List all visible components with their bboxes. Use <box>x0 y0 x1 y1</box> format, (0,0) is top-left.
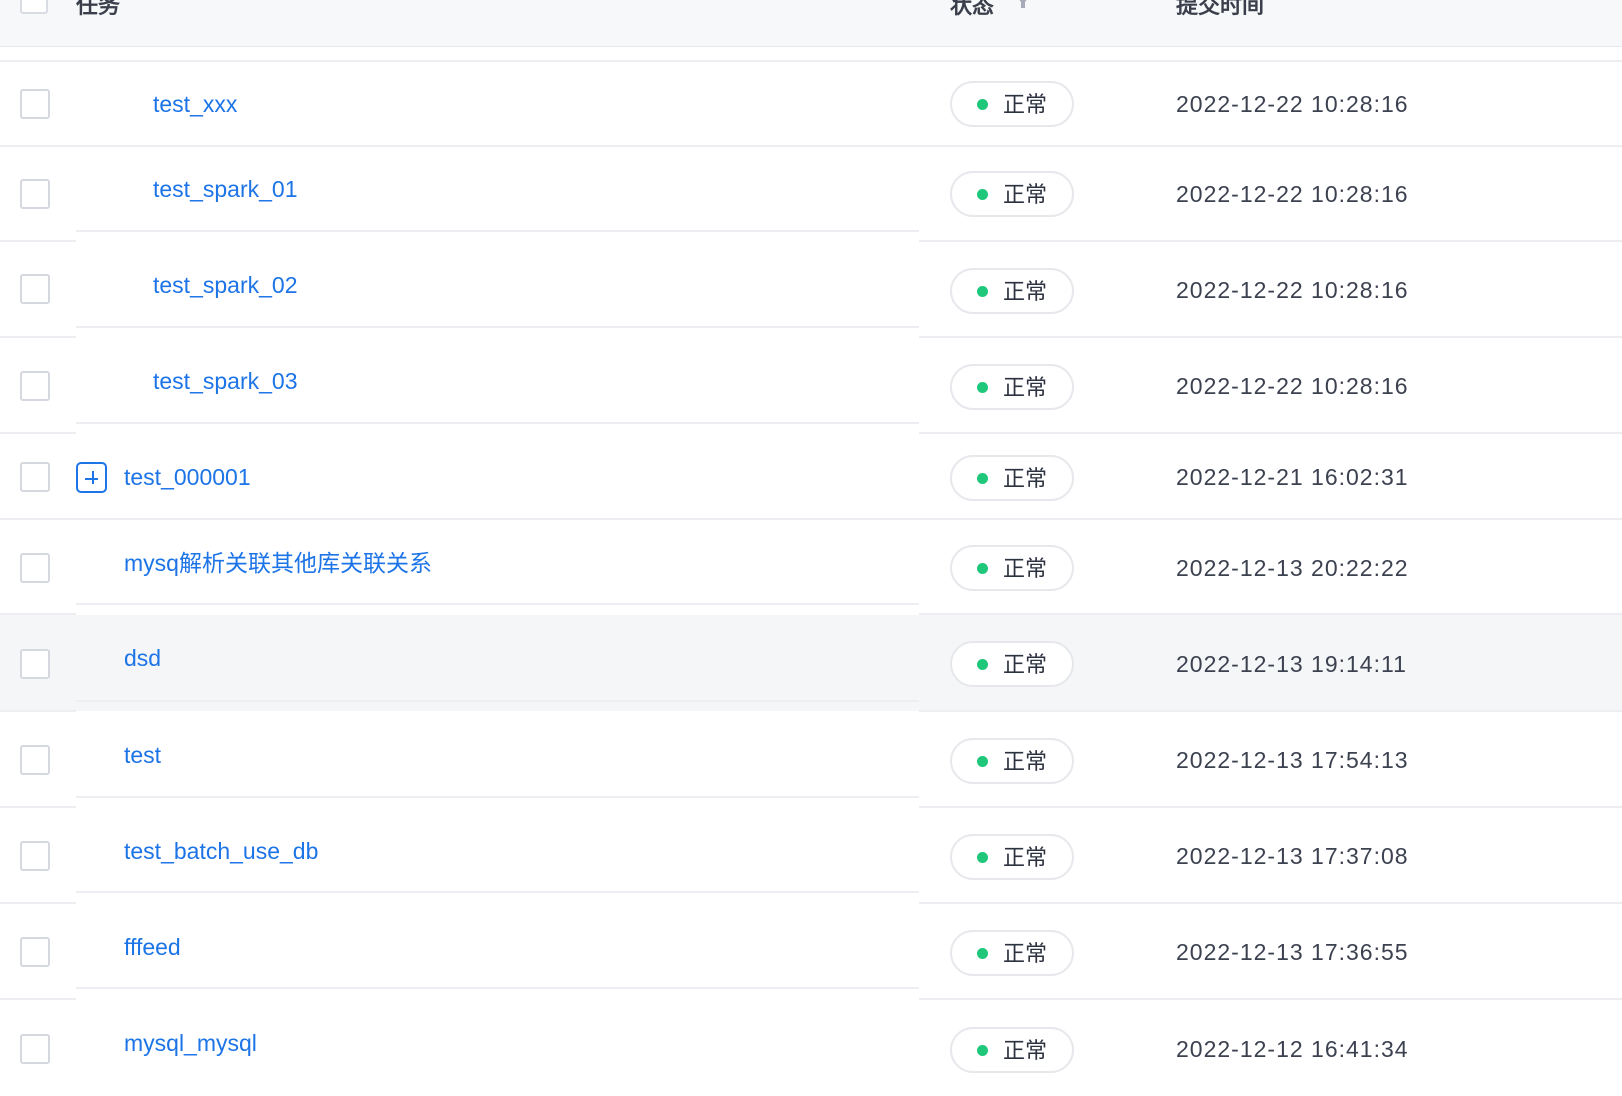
status-dot <box>977 286 988 297</box>
task-name-link[interactable]: mysq解析关联其他库关联关系 <box>124 548 432 578</box>
status-dot <box>977 563 988 574</box>
row-checkbox[interactable] <box>20 745 50 775</box>
status-badge: 正常 <box>950 364 1074 410</box>
select-all-checkbox[interactable] <box>20 0 48 14</box>
table-row[interactable]: test_batch_use_db 正常 2022-12-13 17:37:08 <box>0 808 1622 903</box>
row-divider <box>76 603 919 605</box>
row-divider <box>76 230 919 232</box>
row-checkbox[interactable] <box>20 371 50 401</box>
row-checkbox[interactable] <box>20 274 50 304</box>
table-row[interactable]: test_xxx 正常 2022-12-22 10:28:16 <box>0 62 1622 146</box>
submit-time: 2022-12-13 17:36:55 <box>1176 939 1409 965</box>
status-badge: 正常 <box>950 834 1074 880</box>
table-row[interactable]: mysq解析关联其他库关联关系 正常 2022-12-13 20:22:22 <box>0 520 1622 614</box>
row-checkbox[interactable] <box>20 841 50 871</box>
status-text: 正常 <box>1003 1038 1048 1063</box>
status-dot <box>977 756 988 767</box>
table-row[interactable]: test_spark_02 正常 2022-12-22 10:28:16 <box>0 242 1622 337</box>
submit-time: 2022-12-13 19:14:11 <box>1176 651 1407 677</box>
submit-time: 2022-12-22 10:28:16 <box>1176 373 1409 399</box>
row-divider <box>76 891 919 893</box>
table-row[interactable]: fffeed 正常 2022-12-13 17:36:55 <box>0 904 1622 999</box>
column-header-task: 任务 <box>76 0 121 18</box>
expand-plus-icon[interactable] <box>76 462 107 493</box>
task-name-link[interactable]: test_spark_02 <box>153 270 297 300</box>
status-badge: 正常 <box>950 930 1074 976</box>
status-badge: 正常 <box>950 81 1074 127</box>
status-badge: 正常 <box>950 738 1074 784</box>
task-name-link[interactable]: test_xxx <box>153 89 237 119</box>
row-divider <box>76 796 919 798</box>
submit-time: 2022-12-13 17:37:08 <box>1176 843 1409 869</box>
row-divider <box>76 987 919 989</box>
task-name-link[interactable]: test <box>124 740 161 770</box>
task-name-link[interactable]: mysql_mysql <box>124 1028 257 1058</box>
row-checkbox[interactable] <box>20 89 50 119</box>
submit-time: 2022-12-22 10:28:16 <box>1176 91 1409 117</box>
status-dot <box>977 382 988 393</box>
status-dot <box>977 99 988 110</box>
status-text: 正常 <box>1003 652 1048 677</box>
status-dot <box>977 852 988 863</box>
submit-time: 2022-12-22 10:28:16 <box>1176 181 1409 207</box>
task-name-link[interactable]: test_spark_01 <box>153 174 297 204</box>
status-badge: 正常 <box>950 171 1074 217</box>
submit-time: 2022-12-13 17:54:13 <box>1176 747 1409 773</box>
row-divider <box>76 422 919 424</box>
status-dot <box>977 948 988 959</box>
row-checkbox[interactable] <box>20 649 50 679</box>
task-name-link[interactable]: test_batch_use_db <box>124 836 318 866</box>
submit-time: 2022-12-22 10:28:16 <box>1176 277 1409 303</box>
status-text: 正常 <box>1003 466 1048 491</box>
filter-icon[interactable] <box>1012 0 1034 14</box>
status-dot <box>977 473 988 484</box>
column-header-submit-time: 提交时间 <box>1176 0 1265 18</box>
status-text: 正常 <box>1003 941 1048 966</box>
row-checkbox[interactable] <box>20 462 50 492</box>
row-checkbox[interactable] <box>20 553 50 583</box>
table-header: 任务 状态 提交时间 <box>0 0 1622 47</box>
status-dot <box>977 1045 988 1056</box>
task-table: 任务 状态 提交时间 test_xxx 正常 2022-12-22 10:28:… <box>0 0 1622 1096</box>
task-name-link[interactable]: test_spark_03 <box>153 366 297 396</box>
table-row[interactable]: test 正常 2022-12-13 17:54:13 <box>0 712 1622 807</box>
task-name-link[interactable]: test_000001 <box>124 462 251 492</box>
status-text: 正常 <box>1003 556 1048 581</box>
status-badge: 正常 <box>950 545 1074 591</box>
row-divider <box>76 700 919 702</box>
row-checkbox[interactable] <box>20 937 50 967</box>
task-name-link[interactable]: fffeed <box>124 932 181 962</box>
task-name-link[interactable]: dsd <box>124 643 161 673</box>
status-text: 正常 <box>1003 375 1048 400</box>
status-text: 正常 <box>1003 182 1048 207</box>
row-divider <box>76 326 919 328</box>
column-header-status: 状态 <box>950 0 995 18</box>
status-badge: 正常 <box>950 641 1074 687</box>
submit-time: 2022-12-13 20:22:22 <box>1176 555 1409 581</box>
row-checkbox[interactable] <box>20 1034 50 1064</box>
table-row[interactable]: dsd 正常 2022-12-13 19:14:11 <box>0 615 1622 711</box>
status-text: 正常 <box>1003 845 1048 870</box>
row-checkbox[interactable] <box>20 179 50 209</box>
table-row[interactable]: test_000001 正常 2022-12-21 16:02:31 <box>0 434 1622 519</box>
status-text: 正常 <box>1003 749 1048 774</box>
status-badge: 正常 <box>950 455 1074 501</box>
submit-time: 2022-12-21 16:02:31 <box>1176 464 1409 490</box>
submit-time: 2022-12-12 16:41:34 <box>1176 1036 1409 1062</box>
status-dot <box>977 189 988 200</box>
table-row[interactable]: mysql_mysql 正常 2022-12-12 16:41:34 <box>0 1000 1622 1096</box>
status-text: 正常 <box>1003 279 1048 304</box>
status-dot <box>977 659 988 670</box>
status-badge: 正常 <box>950 268 1074 314</box>
table-row[interactable]: test_spark_01 正常 2022-12-22 10:28:16 <box>0 147 1622 241</box>
table-row[interactable]: test_spark_03 正常 2022-12-22 10:28:16 <box>0 338 1622 433</box>
status-text: 正常 <box>1003 92 1048 117</box>
status-badge: 正常 <box>950 1027 1074 1073</box>
